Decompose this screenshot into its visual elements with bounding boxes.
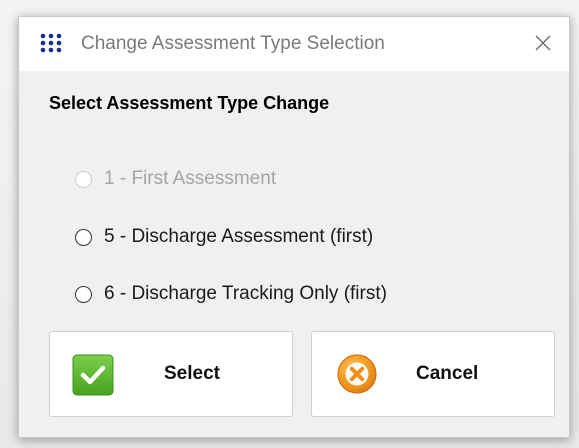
radio-option-discharge-tracking[interactable]: 6 - Discharge Tracking Only (first) [75,281,387,307]
checkmark-icon [72,354,114,396]
radio-option-discharge-assessment[interactable]: 5 - Discharge Assessment (first) [75,224,373,250]
select-button[interactable]: Select [49,331,293,417]
cancel-button-label: Cancel [416,363,479,384]
radio-button[interactable] [75,285,92,303]
dialog-content: Select Assessment Type Change 1 - First … [19,71,569,437]
window-title: Change Assessment Type Selection [81,33,385,54]
cancel-button[interactable]: Cancel [311,331,555,417]
radio-option-first-assessment: 1 - First Assessment [75,166,276,192]
radio-label[interactable]: 5 - Discharge Assessment (first) [104,226,373,248]
title-bar[interactable]: Change Assessment Type Selection [19,17,569,71]
close-icon [535,35,551,51]
select-button-label: Select [164,363,220,384]
radio-button[interactable] [75,228,92,246]
radio-label[interactable]: 6 - Discharge Tracking Only (first) [104,283,387,305]
section-heading: Select Assessment Type Change [49,93,330,113]
close-button[interactable] [523,25,563,61]
dots-grid-icon [40,33,62,53]
radio-button [75,170,92,188]
radio-label: 1 - First Assessment [104,168,277,189]
cancel-x-icon [337,354,377,394]
assessment-type-dialog: Change Assessment Type Selection Select … [18,16,570,438]
